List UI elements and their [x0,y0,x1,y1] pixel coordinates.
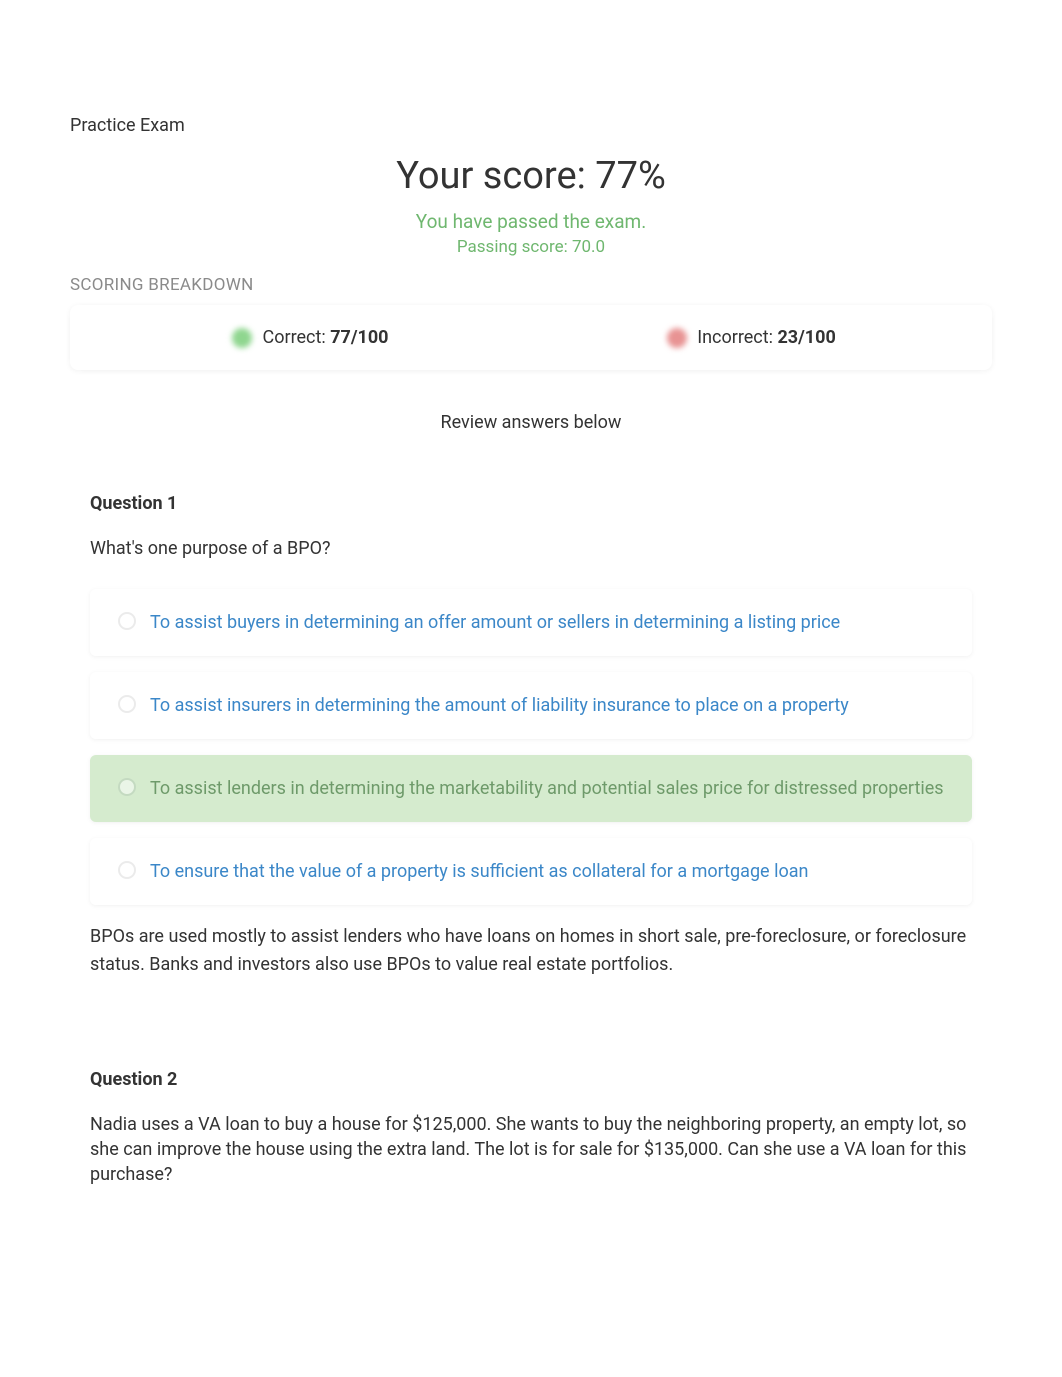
question-explanation: BPOs are used mostly to assist lenders w… [90,923,972,979]
question-text: Nadia uses a VA loan to buy a house for … [90,1112,972,1188]
correct-score-text: Correct: 77/100 [262,327,388,348]
answer-text: To assist lenders in determining the mar… [150,775,944,802]
answer-option-correct[interactable]: To assist lenders in determining the mar… [90,755,972,822]
incorrect-score-text: Incorrect: 23/100 [697,327,836,348]
correct-label: Correct: [262,327,330,348]
scoring-breakdown-card: Correct: 77/100 Incorrect: 23/100 [70,305,992,370]
radio-icon [118,695,136,713]
incorrect-label: Incorrect: [697,327,777,348]
radio-icon [118,861,136,879]
pass-message: You have passed the exam. [70,210,992,233]
correct-dot-icon [232,328,252,348]
correct-score-col: Correct: 77/100 [90,327,531,348]
answer-text: To assist insurers in determining the am… [150,692,944,719]
score-header: Your score: 77% [70,154,992,198]
incorrect-score-col: Incorrect: 23/100 [531,327,972,348]
breadcrumb: Practice Exam [70,115,992,136]
question-title: Question 2 [90,1069,972,1090]
incorrect-value: 23/100 [777,327,835,348]
scoring-breakdown-label: SCORING BREAKDOWN [70,275,992,295]
answer-option[interactable]: To ensure that the value of a property i… [90,838,972,905]
question-block: Question 2 Nadia uses a VA loan to buy a… [70,1069,992,1188]
answer-text: To assist buyers in determining an offer… [150,609,944,636]
radio-icon [118,778,136,796]
question-title: Question 1 [90,493,972,514]
radio-icon [118,612,136,630]
correct-value: 77/100 [330,327,388,348]
answer-option[interactable]: To assist buyers in determining an offer… [90,589,972,656]
passing-score: Passing score: 70.0 [70,237,992,257]
review-answers-label: Review answers below [70,412,992,433]
question-text: What's one purpose of a BPO? [90,536,972,561]
question-block: Question 1 What's one purpose of a BPO? … [70,493,992,979]
answer-text: To ensure that the value of a property i… [150,858,944,885]
incorrect-dot-icon [667,328,687,348]
answer-option[interactable]: To assist insurers in determining the am… [90,672,972,739]
exam-results-page: Practice Exam Your score: 77% You have p… [0,0,1062,1338]
